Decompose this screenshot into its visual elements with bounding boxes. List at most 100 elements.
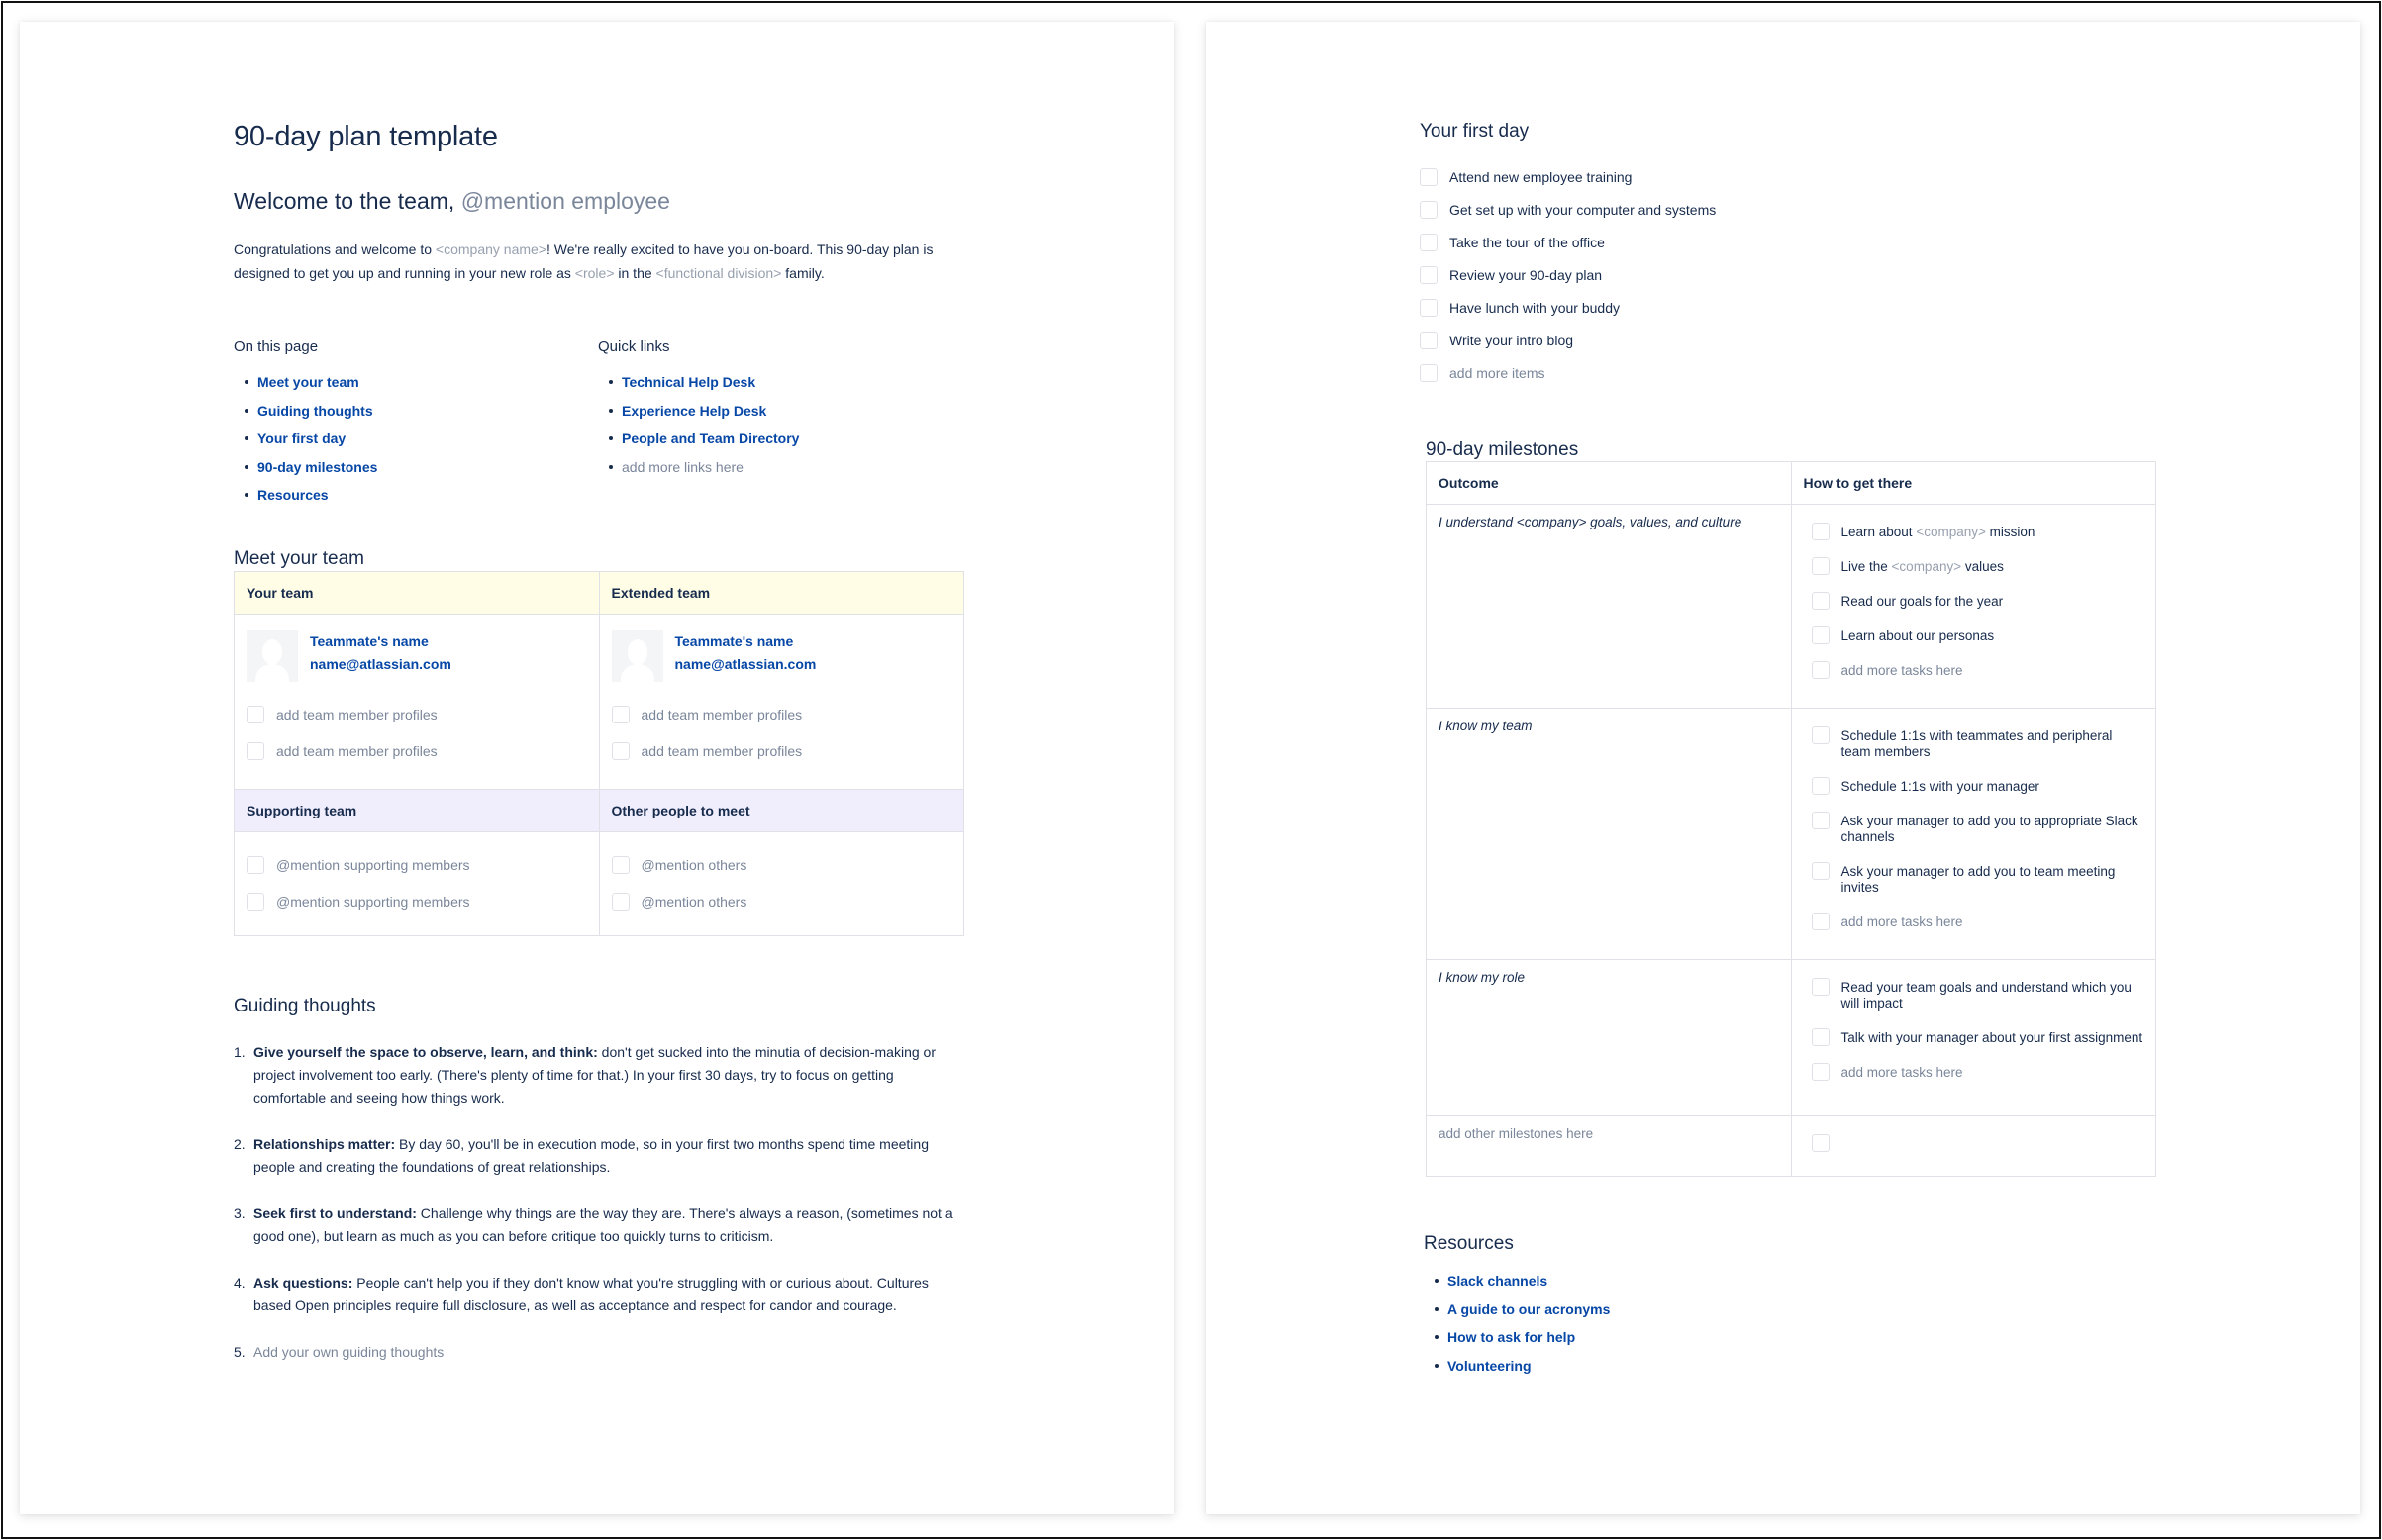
checkbox[interactable] xyxy=(1811,557,1830,575)
your-team-cell: Teammate's name name@atlassian.com add t… xyxy=(234,614,600,790)
link-volunteering[interactable]: Volunteering xyxy=(1447,1358,1532,1374)
intro-text: in the xyxy=(614,265,656,281)
task-text: Live the xyxy=(1840,559,1892,574)
task-text: add more tasks here xyxy=(1840,914,1963,929)
item-number: 4. xyxy=(234,1275,246,1291)
checklist-item: Attend new employee training xyxy=(1420,160,2014,193)
item-text: People can't help you if they don't know… xyxy=(253,1275,929,1313)
task-item: @mention supporting members xyxy=(247,883,587,919)
checkbox[interactable] xyxy=(611,741,630,760)
link-technical-help-desk[interactable]: Technical Help Desk xyxy=(622,374,755,390)
checklist-placeholder: add more items xyxy=(1420,356,2014,389)
header-outcome: Outcome xyxy=(1426,461,1792,505)
add-links-placeholder[interactable]: add more links here xyxy=(622,459,744,475)
page-left: 90-day plan template Welcome to the team… xyxy=(20,22,1174,1514)
task-text: Read your team goals and understand whic… xyxy=(1840,980,2132,1011)
checkbox[interactable] xyxy=(1811,812,1830,829)
checkbox[interactable] xyxy=(1811,626,1830,644)
checkbox[interactable] xyxy=(1811,913,1830,930)
link-experience-help-desk[interactable]: Experience Help Desk xyxy=(622,403,766,419)
item-lead: Ask questions: xyxy=(253,1275,353,1291)
task-item: Live the <company> values xyxy=(1811,557,2144,575)
teammate-email[interactable]: name@atlassian.com xyxy=(675,653,817,676)
checkbox[interactable] xyxy=(1811,978,1830,996)
checkbox[interactable] xyxy=(1811,777,1830,795)
checkbox[interactable] xyxy=(1811,523,1830,540)
company-placeholder: <company> xyxy=(1891,559,1962,574)
profile-card[interactable]: Teammate's name name@atlassian.com xyxy=(611,630,952,684)
link-people-directory[interactable]: People and Team Directory xyxy=(622,431,799,446)
avatar xyxy=(611,630,663,682)
checkbox[interactable] xyxy=(1811,592,1830,610)
link-guiding-thoughts[interactable]: Guiding thoughts xyxy=(257,403,373,419)
other-people-cell: @mention others @mention others xyxy=(598,831,964,936)
checkbox[interactable] xyxy=(1420,200,1438,219)
task-item: Learn about <company> mission xyxy=(1811,523,2144,540)
checkbox[interactable] xyxy=(1420,233,1438,251)
link-resources[interactable]: Resources xyxy=(257,487,329,503)
profile-card[interactable]: Teammate's name name@atlassian.com xyxy=(247,630,587,684)
tasks-cell: Learn about <company> mission Live the <… xyxy=(1790,504,2156,709)
item-text: Review your 90-day plan xyxy=(1449,266,1603,283)
add-milestone-placeholder[interactable]: add other milestones here xyxy=(1426,1115,1792,1177)
task-text: @mention others xyxy=(641,856,747,873)
checkbox[interactable] xyxy=(1811,1134,1830,1152)
checkbox[interactable] xyxy=(611,705,630,723)
checkbox[interactable] xyxy=(1811,1028,1830,1046)
intro-text: family. xyxy=(781,265,825,281)
outcome-cell: I know my team xyxy=(1426,708,1792,960)
checkbox[interactable] xyxy=(1420,363,1438,382)
teammate-name[interactable]: Teammate's name xyxy=(310,630,451,653)
task-item: Learn about our personas xyxy=(1811,626,2144,644)
link-slack-channels[interactable]: Slack channels xyxy=(1447,1273,1547,1289)
link-ask-for-help[interactable]: How to ask for help xyxy=(1447,1329,1575,1345)
milestones-header-row: Outcome How to get there xyxy=(1426,461,2156,505)
checkbox[interactable] xyxy=(1420,331,1438,349)
guiding-placeholder-item[interactable]: 5. Add your own guiding thoughts xyxy=(234,1341,966,1364)
list-item: Your first day xyxy=(234,429,590,457)
task-item: Schedule 1:1s with your manager xyxy=(1811,777,2144,795)
on-this-page-list: Meet your team Guiding thoughts Your fir… xyxy=(234,372,590,514)
checkbox[interactable] xyxy=(1811,862,1830,880)
division-placeholder: <functional division> xyxy=(655,265,782,281)
task-item xyxy=(1811,1134,2144,1152)
checkbox[interactable] xyxy=(247,705,264,723)
list-item: 90-day milestones xyxy=(234,457,590,486)
checkbox[interactable] xyxy=(247,855,264,874)
checkbox[interactable] xyxy=(1420,167,1438,186)
team-header-row: Your team Extended team xyxy=(234,571,964,615)
teammate-name[interactable]: Teammate's name xyxy=(675,630,817,653)
checkbox[interactable] xyxy=(247,741,264,760)
quick-links: Quick links Technical Help Desk Experien… xyxy=(598,338,954,485)
checklist-item: Take the tour of the office xyxy=(1420,226,2014,258)
checkbox[interactable] xyxy=(1420,265,1438,284)
on-this-page: On this page Meet your team Guiding thou… xyxy=(234,338,590,514)
link-90-day-milestones[interactable]: 90-day milestones xyxy=(257,459,377,475)
tasks-cell: Schedule 1:1s with teammates and periphe… xyxy=(1790,708,2156,960)
quick-links-list: Technical Help Desk Experience Help Desk… xyxy=(598,372,954,485)
link-meet-your-team[interactable]: Meet your team xyxy=(257,374,359,390)
list-item: Technical Help Desk xyxy=(598,372,954,401)
checkbox[interactable] xyxy=(1811,1063,1830,1081)
header-other-people: Other people to meet xyxy=(598,789,964,832)
checkbox[interactable] xyxy=(611,892,630,911)
task-text: Schedule 1:1s with your manager xyxy=(1840,779,2039,794)
checkbox[interactable] xyxy=(1420,298,1438,317)
teammate-email[interactable]: name@atlassian.com xyxy=(310,653,451,676)
page-title: 90-day plan template xyxy=(234,121,498,152)
checkbox[interactable] xyxy=(1811,726,1830,744)
task-item: add team member profiles xyxy=(247,732,587,769)
checkbox[interactable] xyxy=(1811,661,1830,679)
checkbox[interactable] xyxy=(247,892,264,911)
resources-heading: Resources xyxy=(1424,1233,1514,1254)
task-item: Schedule 1:1s with teammates and periphe… xyxy=(1811,726,2144,760)
task-item: @mention supporting members xyxy=(247,846,587,883)
header-how: How to get there xyxy=(1790,461,2156,505)
link-acronyms-guide[interactable]: A guide to our acronyms xyxy=(1447,1301,1610,1317)
guiding-item: 2. Relationships matter: By day 60, you'l… xyxy=(234,1133,966,1179)
intro-text: Congratulations and welcome to xyxy=(234,241,436,257)
checkbox[interactable] xyxy=(611,855,630,874)
link-your-first-day[interactable]: Your first day xyxy=(257,431,346,446)
employee-mention[interactable]: @mention employee xyxy=(461,188,670,214)
milestone-add-row: add other milestones here xyxy=(1426,1115,2156,1177)
